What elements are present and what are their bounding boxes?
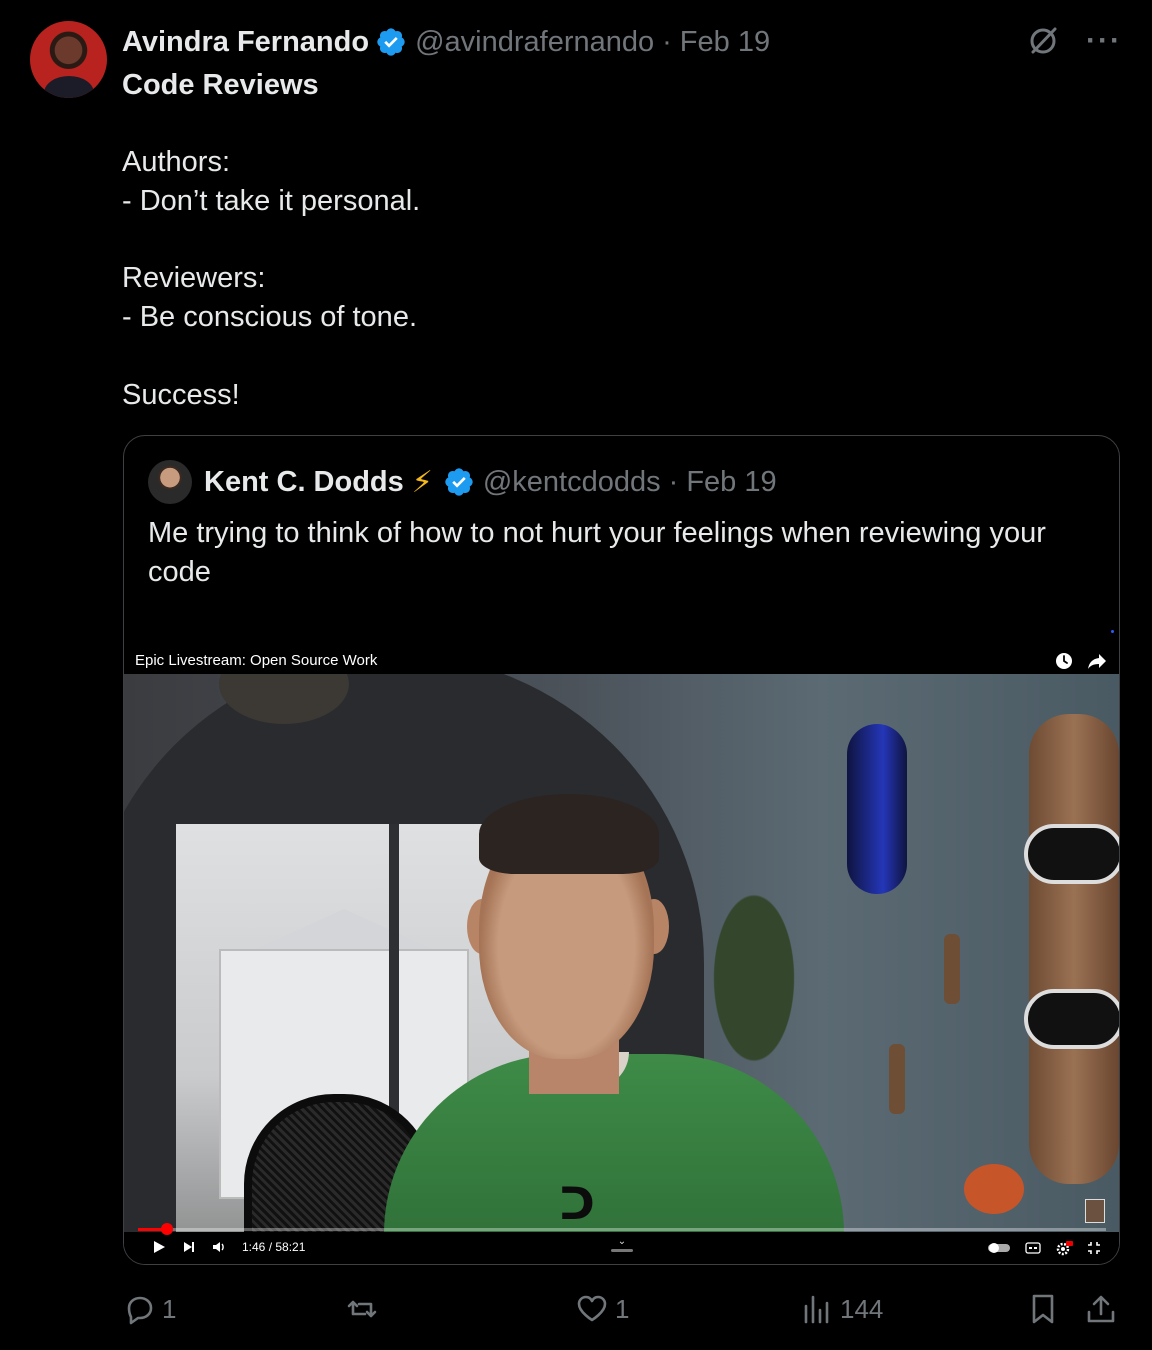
like-button[interactable]: 1: [575, 1287, 629, 1331]
snowboard-binding: [1024, 989, 1119, 1049]
quoted-tweet-text: Me trying to think of how to not hurt yo…: [148, 517, 1046, 588]
settings-gear-icon[interactable]: [1055, 1240, 1073, 1256]
lightning-emoji: ⚡: [411, 465, 433, 499]
plant: [684, 834, 824, 1074]
snowboard-binding: [1024, 824, 1119, 884]
tweet-line-title: Code Reviews: [122, 69, 319, 101]
video-controls-right: [987, 1240, 1101, 1256]
snowboard: [1029, 714, 1119, 1184]
reply-icon: [127, 1296, 153, 1325]
wall-lamp: [889, 1044, 905, 1114]
separator-dot: ·: [662, 25, 672, 58]
author-name[interactable]: Avindra Fernando: [122, 26, 369, 59]
video-time: 1:46 / 58:21: [242, 1240, 306, 1254]
like-count: 1: [615, 1293, 630, 1324]
video-controls-left: 1:46 / 58:21: [152, 1240, 305, 1254]
indicator-dot: [1111, 630, 1114, 633]
play-icon[interactable]: [152, 1240, 166, 1254]
channel-thumbnail: [1085, 1199, 1105, 1223]
tweet-line: - Don’t take it personal.: [122, 185, 421, 218]
progress-knob[interactable]: [161, 1223, 174, 1235]
repost-icon: [347, 1300, 377, 1318]
author-handle[interactable]: @avindrafernando: [415, 26, 654, 59]
grok-icon[interactable]: [1026, 24, 1060, 58]
video-player[interactable]: Epic Livestream: Open Source Work ᑐ 1:46…: [124, 630, 1119, 1264]
hair: [479, 794, 659, 874]
fullscreen-exit-icon[interactable]: [1087, 1241, 1101, 1255]
repost-button[interactable]: [345, 1287, 385, 1331]
tweet-line: [122, 221, 1102, 260]
tweet-line: Success!: [122, 378, 240, 411]
share-upload-icon: [1087, 1295, 1115, 1323]
tweet-line: [122, 105, 1102, 144]
view-count: 144: [840, 1293, 884, 1324]
expand-chevron-icon[interactable]: ⌄: [610, 1236, 634, 1252]
wall-mounted-device: [847, 724, 907, 894]
shirt-logo: ᑐ: [559, 1180, 595, 1229]
tweet-line: [122, 337, 1102, 376]
views-button[interactable]: 144: [800, 1287, 883, 1331]
tweet-date[interactable]: Feb 19: [680, 26, 770, 59]
wall-lamp: [944, 934, 960, 1004]
volume-icon[interactable]: [212, 1240, 226, 1254]
tweet-line: - Be conscious of tone.: [122, 301, 417, 334]
reply-count: 1: [162, 1293, 177, 1324]
video-top-bar: Epic Livestream: Open Source Work: [124, 630, 1119, 674]
quoted-tweet-header: Kent C. Dodds ⚡ @kentcdodds · Feb 19: [148, 460, 777, 504]
plush-toy: [964, 1164, 1024, 1214]
tweet-top-actions: ···: [1026, 24, 1122, 58]
quoted-author-name[interactable]: Kent C. Dodds: [204, 466, 404, 499]
reply-button[interactable]: 1: [122, 1287, 176, 1331]
tweet-header: Avindra Fernando @avindrafernando · Feb …: [122, 24, 770, 60]
autoplay-toggle-icon[interactable]: [987, 1242, 1011, 1254]
captions-icon[interactable]: [1025, 1242, 1041, 1254]
progress-bar[interactable]: [138, 1223, 1106, 1235]
bookmark-button[interactable]: [1026, 1287, 1060, 1331]
video-frame[interactable]: ᑐ: [124, 674, 1119, 1232]
tweet-line: Reviewers:: [122, 262, 266, 295]
heart-icon: [577, 1295, 607, 1322]
quoted-tweet[interactable]: Kent C. Dodds ⚡ @kentcdodds · Feb 19 Me …: [123, 435, 1120, 1265]
tweet-actions: 1 1 144: [0, 1287, 1152, 1331]
next-icon[interactable]: [182, 1240, 196, 1254]
separator-dot: ·: [668, 465, 679, 498]
video-title[interactable]: Epic Livestream: Open Source Work: [135, 652, 377, 669]
share-button[interactable]: [1084, 1287, 1118, 1331]
share-icon[interactable]: [1087, 652, 1107, 670]
tweet-line: Authors:: [122, 146, 230, 179]
verified-badge-icon: [377, 28, 405, 56]
verified-badge-icon: [445, 468, 473, 496]
quoted-author-handle[interactable]: @kentcdodds: [483, 466, 661, 499]
analytics-icon: [804, 1295, 829, 1324]
video-top-icons: [1055, 652, 1107, 670]
bookmark-icon: [1032, 1294, 1054, 1324]
watch-later-icon[interactable]: [1055, 652, 1073, 670]
quoted-author-avatar[interactable]: [148, 460, 192, 504]
video-controls: 1:46 / 58:21 ⌄: [124, 1223, 1119, 1264]
tweet-text: Code Reviews Authors: - Don’t take it pe…: [122, 66, 1102, 414]
more-options-icon[interactable]: ···: [1086, 26, 1122, 56]
quoted-tweet-date[interactable]: Feb 19: [686, 466, 776, 499]
author-avatar[interactable]: [30, 21, 107, 98]
